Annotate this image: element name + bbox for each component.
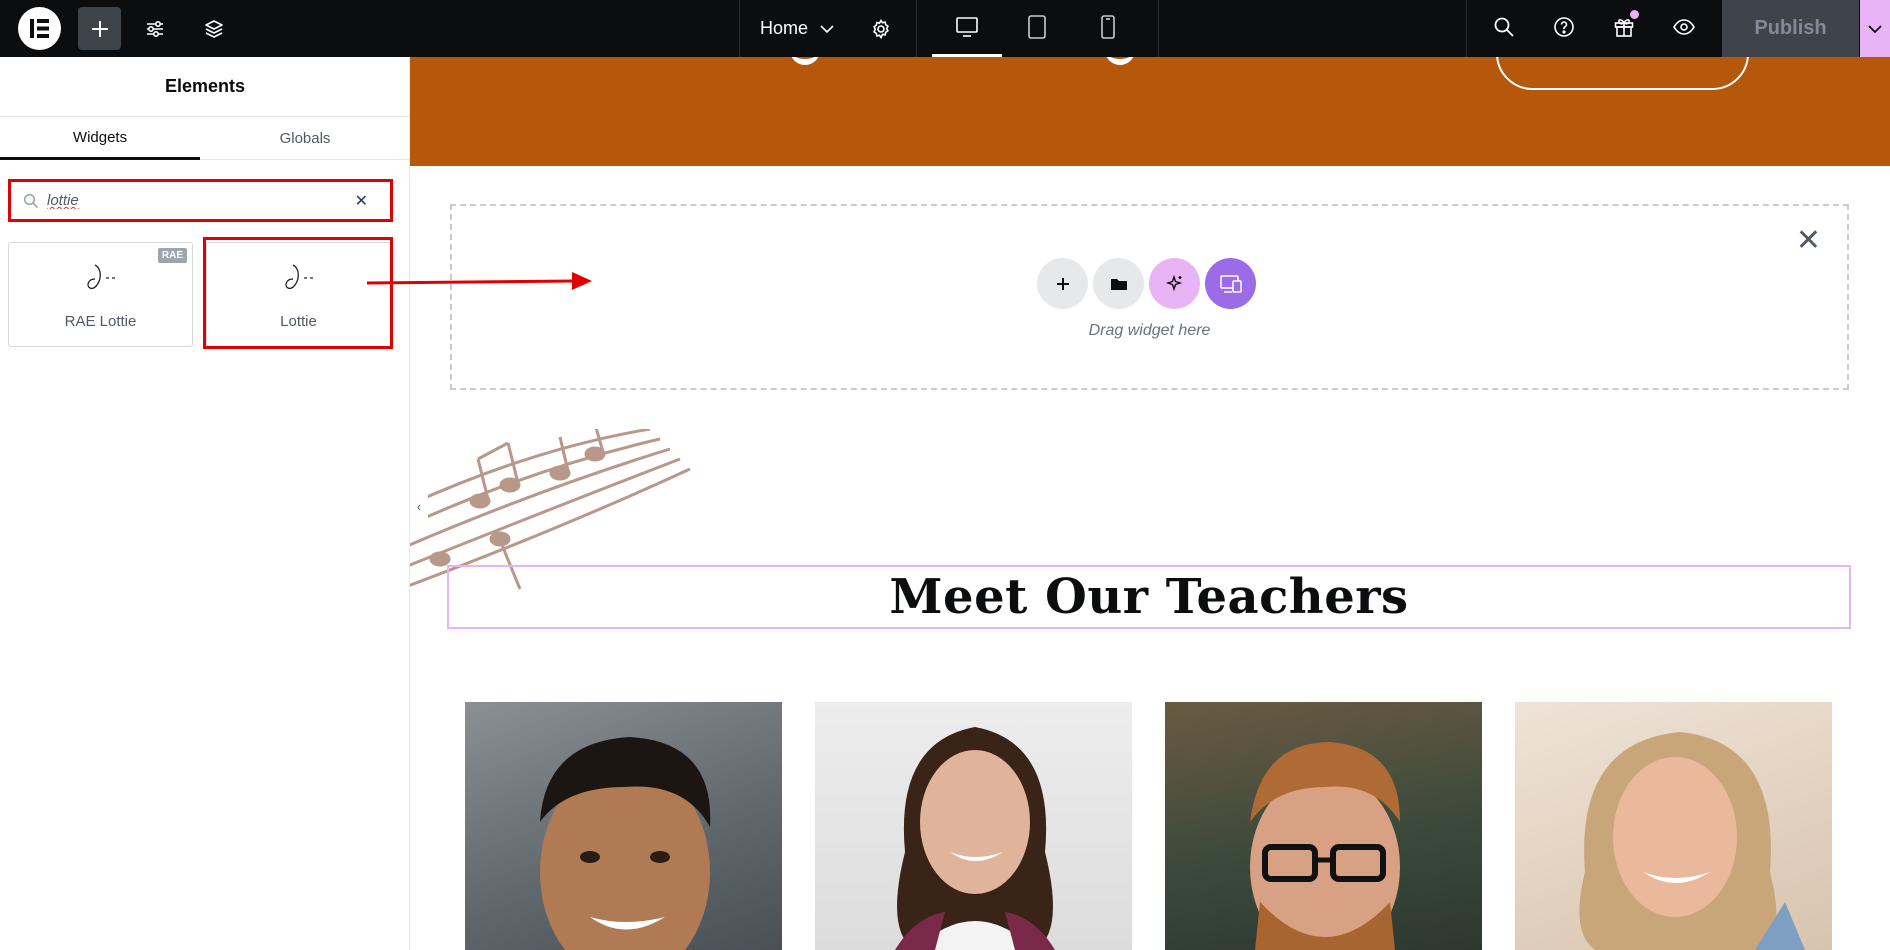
page-settings-button[interactable] — [866, 14, 896, 44]
sparkle-icon — [1165, 274, 1182, 291]
eye-icon — [1673, 19, 1695, 35]
sliders-icon — [147, 20, 163, 38]
template-library-button[interactable] — [1093, 258, 1144, 309]
teacher-photo[interactable] — [1515, 702, 1832, 950]
tablet-view-button[interactable] — [1022, 12, 1052, 42]
hero-text-fragment — [790, 57, 820, 65]
kit-library-button[interactable] — [1205, 258, 1256, 309]
mobile-icon — [1101, 15, 1115, 39]
teacher-photo[interactable] — [1165, 702, 1482, 950]
widget-search: ✕ — [8, 179, 393, 222]
search-input[interactable] — [47, 192, 347, 209]
teacher-portrait — [540, 737, 711, 950]
mobile-view-button[interactable] — [1093, 12, 1123, 42]
tab-globals[interactable]: Globals — [200, 117, 410, 160]
tab-widgets[interactable]: Widgets — [0, 117, 200, 160]
preview-button[interactable] — [1669, 12, 1699, 42]
add-section-button[interactable] — [1037, 258, 1088, 309]
publish-options-button[interactable] — [1860, 0, 1890, 57]
elementor-logo-icon — [30, 19, 49, 38]
site-settings-button[interactable] — [140, 14, 170, 44]
search-icon — [1494, 17, 1514, 37]
chevron-down-icon — [820, 24, 834, 33]
widget-rae-lottie[interactable]: RAE RAE Lottie — [8, 242, 193, 347]
folder-icon — [1110, 278, 1127, 290]
lottie-icon — [86, 264, 115, 290]
page-name-label: Home — [760, 18, 809, 38]
teacher-portrait — [1250, 742, 1400, 950]
hero-button[interactable] — [1496, 57, 1749, 90]
page-selector[interactable]: Home — [760, 0, 834, 57]
heading-widget[interactable]: Meet Our Teachers — [447, 565, 1851, 629]
publish-button[interactable]: Publish — [1722, 0, 1859, 57]
responsive-icon — [1219, 274, 1242, 293]
divider — [1158, 0, 1159, 57]
divider — [1466, 0, 1467, 57]
tablet-icon — [1028, 15, 1046, 39]
annotation-highlight-box — [203, 237, 393, 349]
ai-generate-button[interactable] — [1149, 258, 1200, 309]
panel-title: Elements — [0, 57, 410, 117]
finder-button[interactable] — [1489, 12, 1519, 42]
chevron-down-icon — [1868, 24, 1882, 33]
hero-text-fragment — [1105, 57, 1135, 65]
elements-panel: Elements Widgets Globals ✕ RAE RAE Lotti… — [0, 57, 410, 950]
widget-label: RAE Lottie — [64, 313, 137, 330]
page-canvas: ✕ Drag widget here ‹ Meet Our Teachers — [410, 57, 1890, 950]
gift-icon — [1614, 19, 1634, 37]
desktop-icon — [956, 17, 978, 37]
teacher-portrait — [1579, 732, 1805, 950]
notification-dot — [1630, 10, 1639, 19]
desktop-view-button[interactable] — [952, 12, 982, 42]
structure-navigator-button[interactable] — [199, 14, 229, 44]
help-button[interactable] — [1549, 12, 1579, 42]
section-heading: Meet Our Teachers — [889, 569, 1409, 625]
add-element-button[interactable] — [78, 7, 121, 50]
teacher-photo[interactable] — [815, 702, 1132, 950]
plus-icon — [91, 20, 108, 37]
gear-icon — [873, 18, 889, 40]
close-icon[interactable]: ✕ — [355, 191, 368, 211]
top-bar: Home Publish — [0, 0, 1890, 57]
drop-zone-text: Drag widget here — [1088, 322, 1211, 339]
search-icon — [23, 193, 39, 208]
hero-section — [410, 57, 1890, 166]
widget-drop-zone[interactable]: ✕ Drag widget here — [450, 204, 1849, 390]
teacher-photo[interactable] — [465, 702, 782, 950]
divider — [739, 0, 740, 57]
divider — [916, 0, 917, 57]
close-icon[interactable]: ✕ — [1796, 226, 1821, 256]
plus-icon — [1056, 277, 1069, 290]
help-icon — [1554, 17, 1574, 37]
teacher-portrait — [895, 727, 1055, 950]
panel-tabs: Widgets Globals — [0, 117, 410, 160]
collapse-panel-button[interactable]: ‹ — [410, 482, 428, 530]
elementor-logo-button[interactable] — [18, 7, 61, 50]
layers-icon — [205, 20, 223, 38]
